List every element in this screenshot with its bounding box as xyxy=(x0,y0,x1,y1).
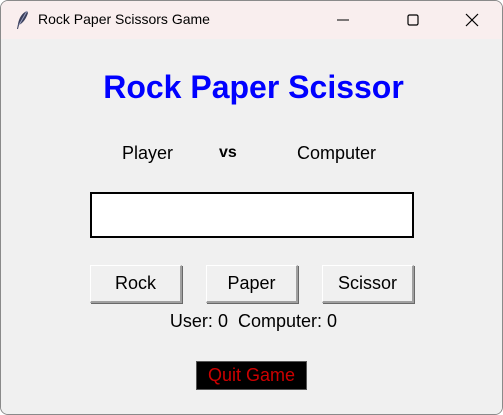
computer-score-label: Computer: xyxy=(237,311,323,331)
computer-label: Computer xyxy=(297,143,377,163)
vs-label: vs xyxy=(219,144,237,161)
user-score-label: User: xyxy=(169,311,213,331)
feather-icon xyxy=(13,10,31,30)
app-window: Rock Paper Scissors Game Rock Paper Scis… xyxy=(0,0,503,415)
game-panel: Rock Paper Scissor Player vs Computer Ro… xyxy=(1,39,502,414)
quit-button[interactable]: Quit Game xyxy=(196,361,307,390)
window-title: Rock Paper Scissors Game xyxy=(38,11,210,27)
result-display xyxy=(90,192,414,238)
title-bar[interactable]: Rock Paper Scissors Game xyxy=(1,1,502,39)
scissor-button[interactable]: Scissor xyxy=(322,265,414,303)
close-icon xyxy=(465,13,479,27)
game-heading: Rock Paper Scissor xyxy=(103,69,404,105)
paper-button[interactable]: Paper xyxy=(206,265,298,303)
rock-button[interactable]: Rock xyxy=(90,265,182,303)
score-display: User: 0 Computer: 0 xyxy=(1,311,502,332)
computer-score-value: 0 xyxy=(327,311,338,331)
maximize-button[interactable] xyxy=(390,1,436,39)
close-button[interactable] xyxy=(449,1,495,39)
player-label: Player xyxy=(122,143,174,163)
maximize-icon xyxy=(407,14,419,26)
user-score-value: 0 xyxy=(217,311,228,331)
minimize-button[interactable] xyxy=(320,1,366,39)
minimize-icon xyxy=(337,19,349,21)
